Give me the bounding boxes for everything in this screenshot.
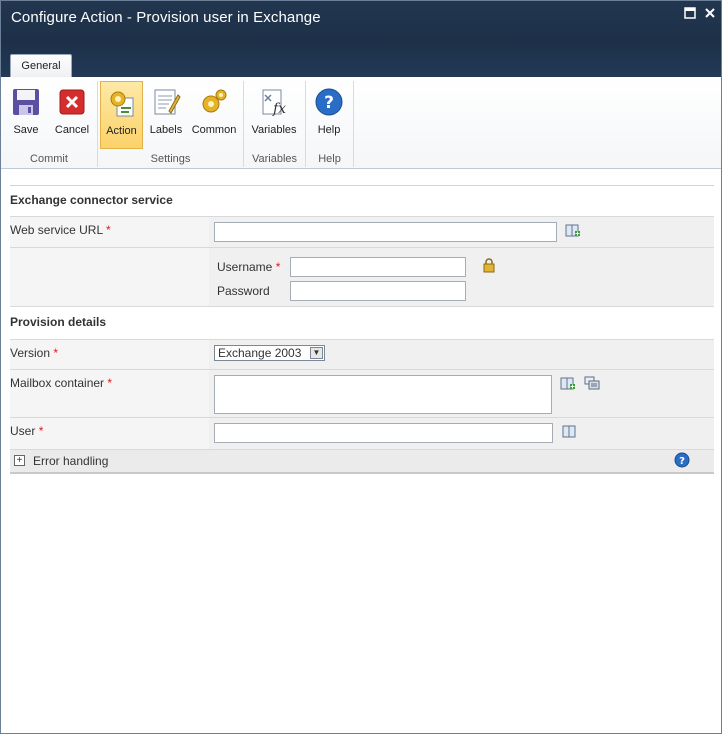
variables-label: Variables [251, 124, 297, 136]
cancel-button[interactable]: Cancel [51, 81, 93, 147]
group-label-variables: Variables [251, 153, 298, 165]
action-button[interactable]: Action [100, 81, 143, 149]
mailbox-container-input[interactable] [214, 375, 552, 414]
web-service-url-input[interactable] [214, 222, 557, 242]
cancel-label: Cancel [54, 124, 90, 136]
expand-icon[interactable]: + [14, 455, 25, 466]
save-label: Save [13, 124, 39, 136]
address-book-icon[interactable] [565, 222, 581, 238]
version-select[interactable]: Exchange 2003 ▼ [214, 345, 325, 361]
labels-label: Labels [149, 124, 183, 136]
mailbox-container-row: Mailbox container * [10, 369, 714, 418]
username-input[interactable] [290, 257, 466, 277]
web-service-url-label: Web service URL * [10, 223, 111, 237]
error-handling-label[interactable]: Error handling [33, 454, 108, 468]
ldap-browser-icon[interactable] [584, 375, 600, 391]
dialog-window: Configure Action - Provision user in Exc… [0, 0, 722, 734]
variables-icon: fx [259, 87, 289, 117]
group-separator [353, 81, 354, 167]
close-icon[interactable] [704, 7, 716, 19]
save-button[interactable]: Save [5, 81, 47, 147]
address-book-icon[interactable] [562, 423, 578, 439]
svg-text:?: ? [679, 456, 685, 467]
user-input[interactable] [214, 423, 553, 443]
variables-button[interactable]: fx Variables [247, 81, 301, 147]
svg-text:?: ? [324, 93, 334, 113]
username-label: Username * [217, 260, 281, 274]
help-label: Help [317, 124, 341, 136]
version-label: Version * [10, 346, 59, 360]
mailbox-container-label: Mailbox container * [10, 376, 113, 390]
chevron-down-icon[interactable]: ▼ [310, 347, 323, 359]
help-icon: ? [314, 87, 344, 117]
help-button[interactable]: ? Help [309, 81, 349, 147]
group-label-commit: Commit [30, 153, 68, 165]
action-label: Action [106, 125, 137, 137]
maximize-icon[interactable] [684, 7, 696, 19]
group-label-help: Help [318, 153, 341, 165]
window-title: Configure Action - Provision user in Exc… [11, 9, 321, 26]
labels-button[interactable]: Labels [145, 81, 187, 147]
user-row: User * [10, 417, 714, 449]
credentials-row: Username * Password [10, 247, 714, 307]
tab-general[interactable]: General [10, 54, 72, 78]
save-icon [11, 87, 41, 117]
cancel-icon [57, 87, 87, 117]
error-handling-section[interactable]: + Error handling ? [10, 449, 714, 474]
user-label: User * [10, 424, 44, 438]
divider [10, 306, 714, 307]
labels-icon [151, 87, 181, 117]
password-label: Password [217, 284, 270, 298]
password-input[interactable] [290, 281, 466, 301]
group-label-settings: Settings [150, 153, 191, 165]
lock-icon [481, 257, 497, 273]
web-service-url-row: Web service URL * [10, 216, 714, 248]
address-book-icon[interactable] [560, 375, 576, 391]
common-button[interactable]: Common [189, 81, 239, 147]
section-title-exchange-connector: Exchange connector service [10, 193, 173, 207]
ribbon: Save Cancel Action Labels Common fx Vari… [1, 77, 721, 169]
svg-text:fx: fx [272, 101, 286, 117]
section-title-provision-details: Provision details [10, 315, 107, 329]
common-icon [199, 87, 229, 117]
title-bar: Configure Action - Provision user in Exc… [1, 1, 721, 78]
action-icon [107, 88, 137, 118]
divider [10, 185, 714, 186]
version-selected-value: Exchange 2003 [218, 346, 302, 360]
common-label: Common [191, 124, 237, 136]
help-icon[interactable]: ? [674, 452, 690, 468]
version-row: Version * Exchange 2003 ▼ [10, 339, 714, 370]
